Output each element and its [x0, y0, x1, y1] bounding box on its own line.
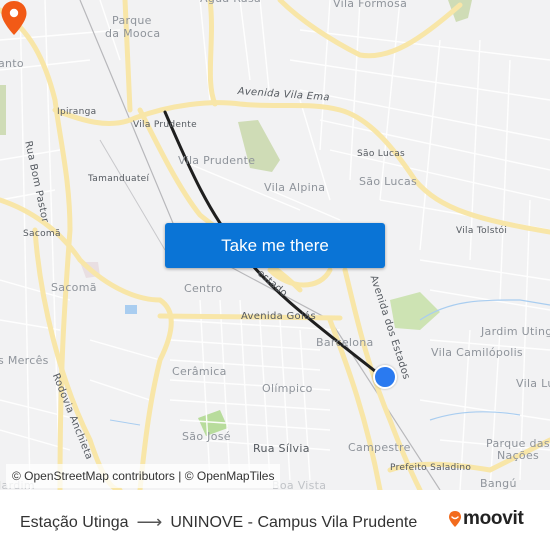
map-label: Vila Prudente: [133, 120, 197, 130]
take-me-there-button[interactable]: Take me there: [165, 223, 385, 268]
map-label: Sacomã: [51, 281, 97, 294]
map-label: s Mercês: [0, 354, 49, 367]
map-label: Parque: [112, 14, 152, 27]
stream: [109, 419, 141, 426]
map-label: São Lucas: [359, 175, 418, 188]
map-label: São José: [182, 430, 231, 443]
map-label: Vila Tolstói: [456, 226, 508, 236]
origin-name: Estação Utinga: [20, 513, 129, 531]
map-label: Ipiranga: [57, 107, 97, 117]
map[interactable]: Água Rasa Vila Formosa Parque da Mooca a…: [0, 0, 550, 490]
map-label: da Mooca: [105, 27, 161, 40]
brand-name: moovit: [463, 508, 524, 529]
street-label-avenida-goias: Avenida Goiás: [241, 311, 316, 322]
map-label: Barcelona: [316, 336, 374, 349]
map-label: Vila Alpina: [264, 181, 326, 194]
map-label: Cerâmica: [172, 365, 227, 378]
map-attribution[interactable]: © OpenStreetMap contributors | © OpenMap…: [6, 464, 281, 488]
map-label: Campestre: [348, 441, 411, 454]
map-label: Nações: [497, 449, 540, 462]
map-pin-icon[interactable]: [0, 0, 28, 36]
map-label: Vila Prudente: [178, 154, 256, 167]
rail-line: [99, 139, 166, 251]
map-label: Vila Camilópolis: [431, 346, 523, 359]
map-label: Água Rasa: [200, 0, 261, 5]
park-area: [0, 85, 6, 135]
map-label: Vila Formosa: [333, 0, 408, 10]
map-label: Bangú: [480, 477, 517, 490]
map-label: Sacomã: [23, 229, 61, 239]
map-label: Vila Lu: [516, 377, 550, 390]
map-label: Jardim Utinga: [481, 325, 550, 338]
destination-name: UNINOVE - Campus Vila Prudente: [170, 513, 418, 531]
map-label: anto: [0, 57, 24, 70]
route-title: Estação Utinga ⟶ UNINOVE - Campus Vila P…: [20, 512, 417, 533]
map-label: São Lucas: [357, 149, 406, 159]
stream: [429, 411, 521, 421]
stream: [419, 299, 550, 321]
arrow-right-icon: ⟶: [136, 512, 163, 532]
moovit-logo[interactable]: moovit: [448, 508, 524, 530]
map-label: Tamanduateí: [88, 174, 150, 184]
map-label: Centro: [184, 282, 223, 295]
park-area: [390, 292, 440, 330]
origin-dot-icon[interactable]: [373, 365, 397, 389]
moovit-pin-icon: [449, 511, 461, 527]
map-label: Prefeito Saladino: [390, 463, 472, 473]
street-label-rua-silvia: Rua Sílvia: [253, 442, 310, 455]
water-area: [125, 305, 137, 314]
map-label: Olímpico: [262, 382, 313, 395]
